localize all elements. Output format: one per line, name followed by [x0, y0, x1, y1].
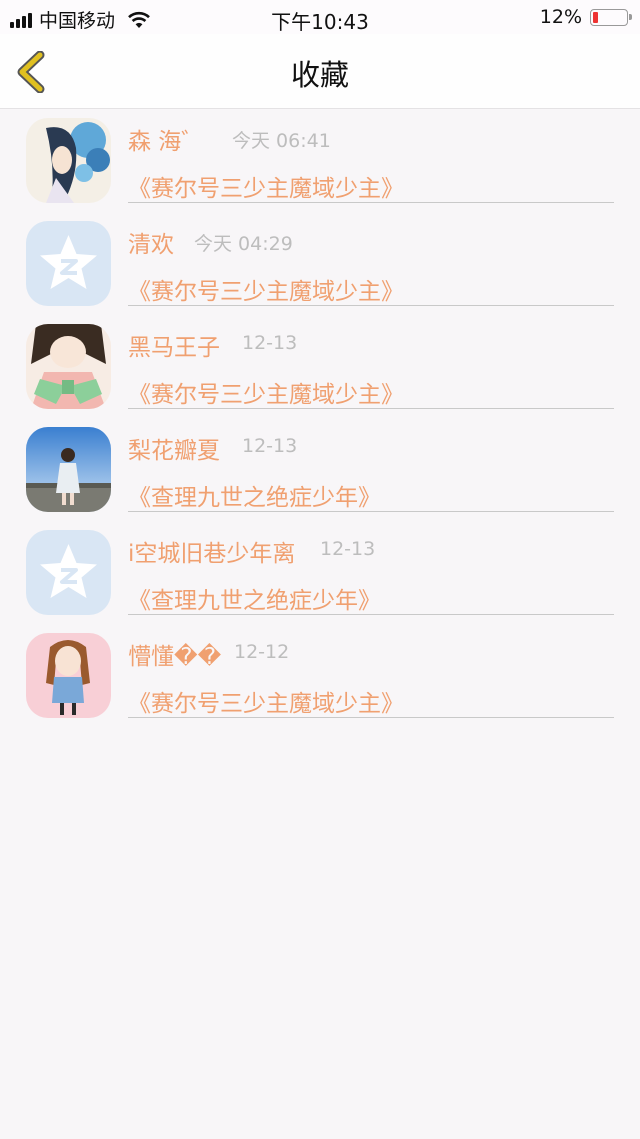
- anime-girl-avatar-icon: [26, 324, 111, 409]
- user-name: 森 海゛: [128, 129, 205, 155]
- list-item[interactable]: i空城旧巷少年离 12-13 《查理九世之绝症少年》: [0, 521, 640, 624]
- list-item-info: 清欢 今天 04:29 《赛尔号三少主魔域少主》: [128, 212, 614, 306]
- qzone-star-icon: [26, 530, 111, 615]
- cartoon-girl-avatar-icon: [26, 633, 111, 718]
- user-name: 黑马王子: [128, 335, 220, 361]
- battery-percent: 12%: [539, 6, 582, 28]
- qzone-star-icon: [26, 221, 111, 306]
- timestamp: 12-13: [320, 538, 376, 560]
- timestamp: 今天 04:29: [194, 233, 293, 255]
- avatar[interactable]: [26, 633, 111, 718]
- status-right: 12%: [539, 6, 632, 28]
- navigation-bar: 收藏: [0, 34, 640, 109]
- timestamp: 今天 06:41: [232, 130, 331, 152]
- list-item-info: 梨花瓣夏 12-13 《查理九世之绝症少年》: [128, 418, 614, 512]
- timestamp: 12-13: [242, 332, 298, 354]
- user-name: i空城旧巷少年离: [128, 541, 296, 567]
- page-title: 收藏: [290, 58, 349, 92]
- avatar[interactable]: [26, 118, 111, 203]
- list-item[interactable]: 清欢 今天 04:29 《赛尔号三少主魔域少主》: [0, 212, 640, 315]
- favorites-list: 森 海゛ 今天 06:41 《赛尔号三少主魔域少主》 清欢 今天 04:29 《…: [0, 109, 640, 727]
- avatar[interactable]: [26, 427, 111, 512]
- user-name: 梨花瓣夏: [128, 438, 220, 464]
- book-title-link[interactable]: 《赛尔号三少主魔域少主》: [128, 272, 404, 306]
- battery-icon: [590, 8, 632, 26]
- list-item[interactable]: 森 海゛ 今天 06:41 《赛尔号三少主魔域少主》: [0, 109, 640, 212]
- list-item[interactable]: 黑马王子 12-13 《赛尔号三少主魔域少主》: [0, 315, 640, 418]
- status-bar: 中国移动 下午10:43 12%: [0, 0, 640, 34]
- list-item-info: 黑马王子 12-13 《赛尔号三少主魔域少主》: [128, 315, 614, 409]
- avatar[interactable]: [26, 221, 111, 306]
- anime-girl-avatar-icon: [26, 118, 111, 203]
- girl-photo-avatar-icon: [26, 427, 111, 512]
- book-title-link[interactable]: 《赛尔号三少主魔域少主》: [128, 169, 404, 203]
- user-name: 清欢: [128, 232, 174, 258]
- timestamp: 12-13: [242, 435, 298, 457]
- list-item[interactable]: 梨花瓣夏 12-13 《查理九世之绝症少年》: [0, 418, 640, 521]
- avatar[interactable]: [26, 530, 111, 615]
- book-title-link[interactable]: 《赛尔号三少主魔域少主》: [128, 684, 404, 718]
- book-title-link[interactable]: 《查理九世之绝症少年》: [128, 478, 381, 512]
- list-item-info: 懵懂�� 12-12 《赛尔号三少主魔域少主》: [128, 624, 614, 718]
- list-item[interactable]: 懵懂�� 12-12 《赛尔号三少主魔域少主》: [0, 624, 640, 727]
- timestamp: 12-12: [234, 641, 290, 663]
- book-title-link[interactable]: 《赛尔号三少主魔域少主》: [128, 375, 404, 409]
- avatar[interactable]: [26, 324, 111, 409]
- book-title-link[interactable]: 《查理九世之绝症少年》: [128, 581, 381, 615]
- list-item-info: 森 海゛ 今天 06:41 《赛尔号三少主魔域少主》: [128, 109, 614, 203]
- user-name: 懵懂��: [128, 644, 222, 670]
- list-item-info: i空城旧巷少年离 12-13 《查理九世之绝症少年》: [128, 521, 614, 615]
